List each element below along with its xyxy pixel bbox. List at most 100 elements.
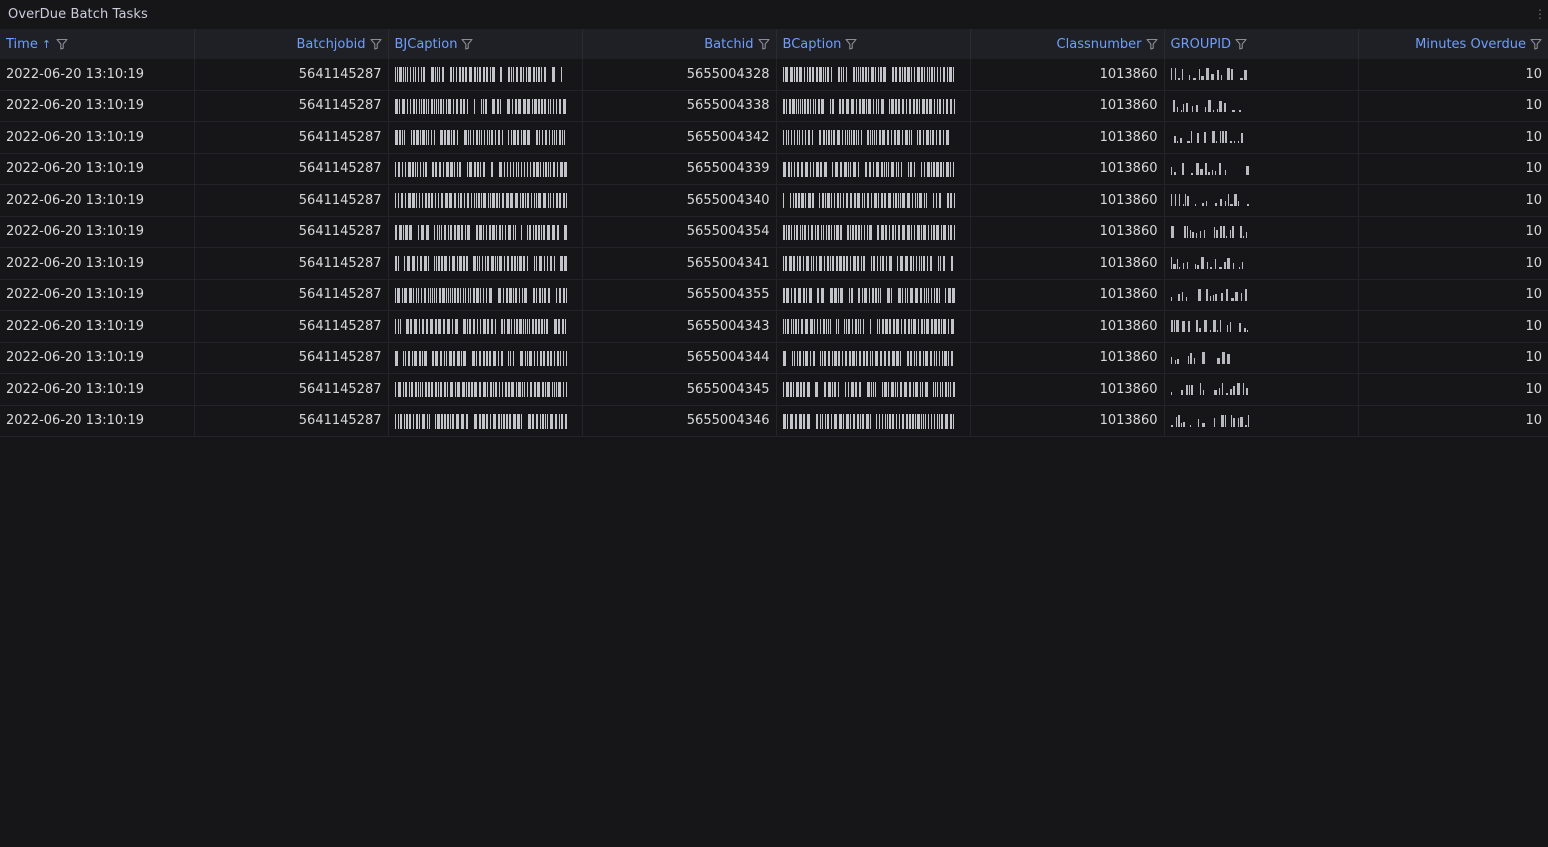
cell-groupid [1164, 247, 1359, 280]
cell-minutes-overdue: 10 [1358, 405, 1548, 437]
cell-classnumber: 1013860 [970, 247, 1165, 280]
redacted-text [782, 67, 955, 83]
cell-classnumber: 1013860 [970, 373, 1165, 406]
column-header-label: BJCaption [394, 36, 458, 52]
redacted-text [1170, 383, 1249, 396]
table-row[interactable]: 2022-06-20 13:10:19 5641145287 5655004339 1… [0, 153, 1548, 185]
column-header-bcaption[interactable]: BCaption [776, 29, 971, 59]
filter-icon[interactable] [1235, 38, 1247, 50]
cell-classnumber: 1013860 [970, 279, 1165, 311]
column-header-content: BCaption [783, 37, 858, 52]
cell-batchid: 5655004340 [582, 184, 777, 217]
cell-batchjobid: 5641145287 [194, 405, 389, 437]
cell-batchid: 5655004328 [582, 59, 777, 91]
sort-ascending-icon[interactable]: ↑ [42, 38, 52, 51]
redacted-text [394, 413, 567, 429]
filter-icon[interactable] [757, 38, 770, 50]
cell-bcaption [776, 279, 971, 311]
cell-classnumber: 1013860 [970, 153, 1165, 185]
cell-bjcaption [388, 405, 583, 437]
column-header-time[interactable]: Time ↑ [0, 29, 195, 59]
table-row[interactable]: 2022-06-20 13:10:19 5641145287 5655004355 1… [0, 279, 1548, 311]
table-row[interactable]: 2022-06-20 13:10:19 5641145287 5655004342 1… [0, 121, 1548, 154]
table-row[interactable]: 2022-06-20 13:10:19 5641145287 5655004344 1… [0, 342, 1548, 374]
column-header-content: GROUPID [1171, 37, 1248, 52]
table-row[interactable]: 2022-06-20 13:10:19 5641145287 5655004341 1… [0, 247, 1548, 280]
cell-time: 2022-06-20 13:10:19 [0, 279, 195, 311]
filter-icon[interactable] [56, 38, 68, 50]
redacted-text [782, 319, 955, 335]
table-row[interactable]: 2022-06-20 13:10:19 5641145287 5655004340 1… [0, 184, 1548, 217]
cell-batchid: 5655004344 [582, 342, 777, 374]
cell-bcaption [776, 216, 971, 248]
cell-bcaption [776, 184, 971, 217]
redacted-text [394, 287, 568, 303]
column-header-label: Batchjobid [296, 36, 366, 52]
column-header-bjcaption[interactable]: BJCaption [388, 29, 583, 59]
column-header-label: Batchid [704, 36, 754, 52]
redacted-text [394, 161, 567, 177]
cell-time: 2022-06-20 13:10:19 [0, 342, 195, 374]
column-header-content: Classnumber [1057, 37, 1158, 52]
panel-title: OverDue Batch Tasks [8, 7, 148, 22]
cell-batchjobid: 5641145287 [194, 310, 389, 343]
cell-minutes-overdue: 10 [1358, 59, 1548, 91]
redacted-text [1170, 351, 1249, 364]
redacted-text [782, 130, 955, 146]
cell-batchid: 5655004343 [582, 310, 777, 343]
column-header-label: GROUPID [1170, 36, 1232, 52]
table-row[interactable]: 2022-06-20 13:10:19 5641145287 5655004343 1… [0, 310, 1548, 343]
table-row[interactable]: 2022-06-20 13:10:19 5641145287 5655004354 1… [0, 216, 1548, 248]
cell-groupid [1164, 90, 1359, 122]
redacted-text [782, 98, 956, 114]
column-header-classnumber[interactable]: Classnumber [970, 29, 1165, 59]
cell-groupid [1164, 121, 1359, 154]
column-header-content: Batchid [704, 36, 770, 52]
cell-batchjobid: 5641145287 [194, 342, 389, 374]
table-header-row: Time ↑ Batchjobid BJCaption Batchid BCaption C… [0, 29, 1548, 59]
column-header-batchid[interactable]: Batchid [582, 29, 777, 59]
table-row[interactable]: 2022-06-20 13:10:19 5641145287 5655004345 1… [0, 373, 1548, 406]
filter-icon[interactable] [461, 38, 474, 50]
filter-icon[interactable] [369, 38, 382, 50]
column-header-content: BJCaption [395, 37, 474, 52]
column-header-label: BCaption [782, 36, 842, 52]
redacted-text [782, 256, 955, 272]
redacted-text [782, 350, 955, 366]
cell-bjcaption [388, 121, 583, 154]
cell-minutes-overdue: 10 [1358, 373, 1548, 406]
kebab-menu-icon[interactable]: ⋮ [1534, 6, 1546, 22]
cell-minutes-overdue: 10 [1358, 310, 1548, 343]
filter-icon[interactable] [845, 38, 857, 50]
column-header-label: Time [6, 36, 38, 52]
cell-minutes-overdue: 10 [1358, 184, 1548, 217]
cell-groupid [1164, 216, 1359, 248]
filter-icon[interactable] [1145, 38, 1158, 50]
cell-classnumber: 1013860 [970, 216, 1165, 248]
redacted-text [782, 287, 955, 303]
redacted-text [394, 319, 567, 335]
column-header-content: Time ↑ [6, 37, 68, 52]
cell-bjcaption [388, 373, 583, 406]
cell-bjcaption [388, 310, 583, 343]
cell-time: 2022-06-20 13:10:19 [0, 373, 195, 406]
table-row[interactable]: 2022-06-20 13:10:19 5641145287 5655004338 1… [0, 90, 1548, 122]
table-row[interactable]: 2022-06-20 13:10:19 5641145287 5655004328 1… [0, 59, 1548, 91]
filter-icon[interactable] [1530, 38, 1542, 50]
cell-bcaption [776, 247, 971, 280]
redacted-text [1171, 131, 1249, 144]
column-header-minutes-overdue[interactable]: Minutes Overdue [1358, 29, 1548, 59]
cell-bcaption [776, 342, 971, 374]
cell-bjcaption [388, 153, 583, 185]
cell-batchjobid: 5641145287 [194, 90, 389, 122]
redacted-text [394, 256, 567, 272]
column-header-groupid[interactable]: GROUPID [1164, 29, 1359, 59]
cell-classnumber: 1013860 [970, 121, 1165, 154]
table-row[interactable]: 2022-06-20 13:10:19 5641145287 5655004346 1… [0, 405, 1548, 437]
redacted-text [1170, 162, 1249, 175]
column-header-batchjobid[interactable]: Batchjobid [194, 29, 389, 59]
cell-bcaption [776, 121, 971, 154]
cell-minutes-overdue: 10 [1358, 153, 1548, 185]
column-header-label: Classnumber [1056, 36, 1142, 52]
cell-batchjobid: 5641145287 [194, 216, 389, 248]
